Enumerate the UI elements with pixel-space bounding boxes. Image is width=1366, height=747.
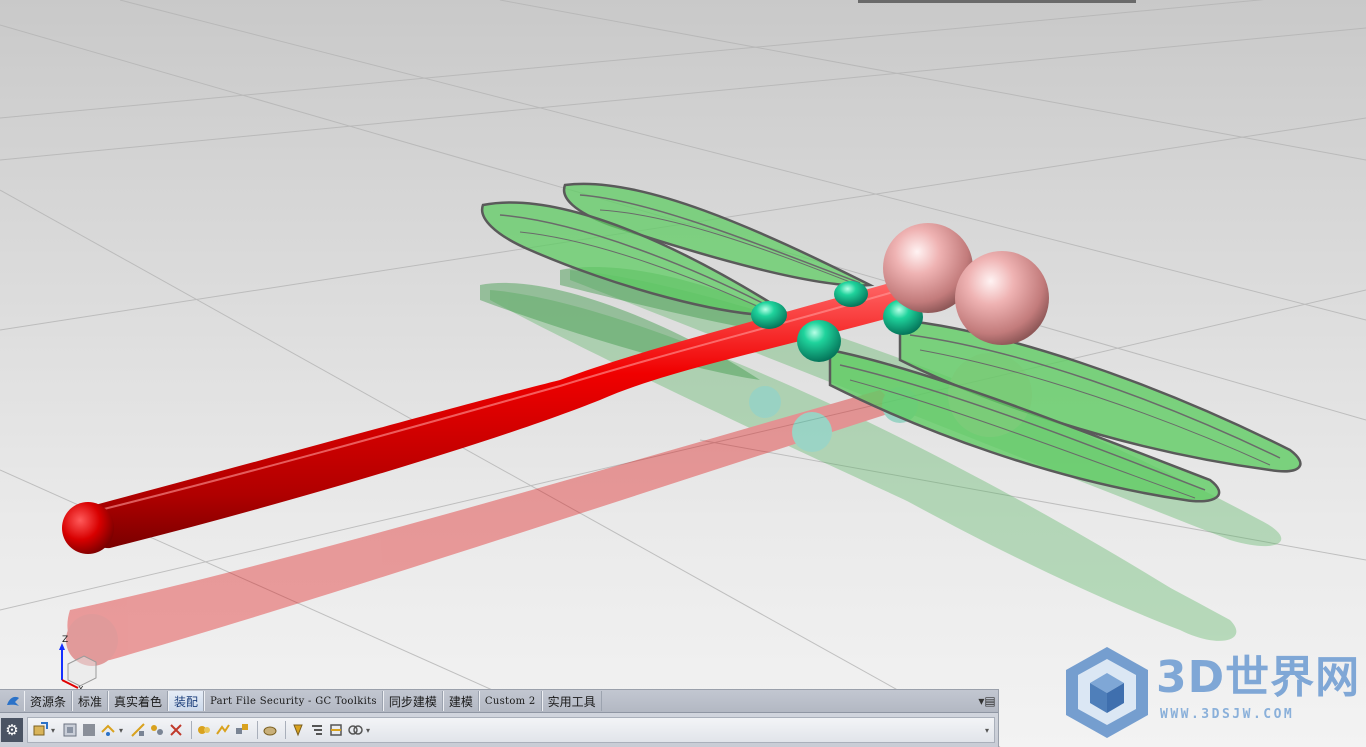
watermark-logo: 3D世界网 WWW.3DSJW.COM — [1062, 645, 1362, 740]
reference-set-icon[interactable] — [234, 722, 250, 738]
triad-z-label: Z — [62, 635, 68, 645]
nx-logo-icon[interactable] — [2, 691, 24, 711]
sequence-icon[interactable] — [215, 722, 231, 738]
3d-viewport[interactable] — [0, 0, 1366, 747]
weight-icon[interactable] — [290, 722, 306, 738]
toolbar-strip: 资源条 标准 真实着色 装配 Part File Security - GC T… — [0, 689, 999, 747]
assembly-cut-icon[interactable] — [347, 722, 363, 738]
tab-assemblies[interactable]: 装配 — [168, 691, 205, 711]
move-component-icon[interactable] — [100, 722, 116, 738]
arrangement-icon[interactable] — [309, 722, 325, 738]
constraint-icon[interactable] — [81, 722, 97, 738]
toolbar-separator — [191, 721, 192, 739]
watermark-title: 3D世界网 — [1156, 652, 1361, 703]
product-interface-icon[interactable] — [328, 722, 344, 738]
tab-options-icon[interactable]: ▾▤ — [976, 691, 998, 711]
chevron-down-icon[interactable]: ▾ — [366, 726, 374, 735]
pattern-component-icon[interactable] — [168, 722, 184, 738]
view-triad[interactable]: Z X — [48, 632, 108, 694]
toolbar-icon-row: ⚙ ▾ ▾ ▾ ▾ — [0, 713, 998, 747]
add-component-icon[interactable] — [32, 722, 48, 738]
tab-utilities[interactable]: 实用工具 — [541, 691, 602, 711]
tab-standard[interactable]: 标准 — [72, 691, 109, 711]
graphics-window[interactable]: Z X 3D世界网 WWW.3DSJW.COM 资源条 标准 真实着色 装配 P… — [0, 0, 1366, 747]
wave-link-icon[interactable] — [196, 722, 212, 738]
toolbar-separator — [285, 721, 286, 739]
tab-true-shading[interactable]: 真实着色 — [108, 691, 169, 711]
explode-view-icon[interactable] — [149, 722, 165, 738]
watermark-url: WWW.3DSJW.COM — [1160, 707, 1295, 722]
chevron-down-icon[interactable]: ▾ — [51, 726, 59, 735]
tab-part-file-security[interactable]: Part File Security - GC Toolkits — [204, 691, 383, 711]
cube-logo-icon — [1066, 647, 1148, 738]
tab-synchronous-modeling[interactable]: 同步建模 — [382, 691, 443, 711]
tab-resource-bar[interactable]: 资源条 — [24, 691, 73, 711]
mirror-assembly-icon[interactable] — [130, 722, 146, 738]
assembly-toolbar: ▾ ▾ ▾ ▾ — [27, 717, 995, 743]
toolbar-overflow-chevron-icon[interactable]: ▾ — [980, 726, 994, 735]
chevron-down-icon[interactable]: ▾ — [119, 726, 127, 735]
tab-custom-2[interactable]: Custom 2 — [478, 691, 542, 711]
assembly-navigator-icon[interactable] — [62, 722, 78, 738]
check-clearance-icon[interactable] — [262, 722, 278, 738]
toolbar-tab-row: 资源条 标准 真实着色 装配 Part File Security - GC T… — [0, 690, 998, 713]
gear-icon[interactable]: ⚙ — [1, 718, 23, 742]
tab-modeling[interactable]: 建模 — [442, 691, 479, 711]
toolbar-separator — [257, 721, 258, 739]
tail-tip — [62, 502, 114, 554]
